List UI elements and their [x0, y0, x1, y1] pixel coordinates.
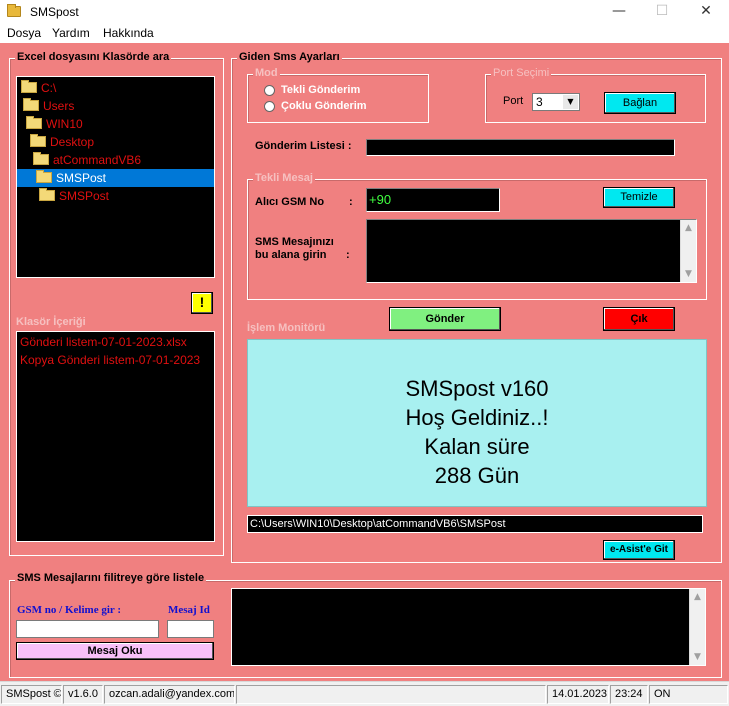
recipient-label: Alıcı GSM No	[255, 196, 325, 208]
status-email: ozcan.adali@yandex.com	[104, 685, 235, 704]
scroll-up-icon[interactable]: ▲	[690, 589, 705, 605]
single-message-title: Tekli Mesaj	[253, 172, 315, 184]
radio-multi-label: Çoklu Gönderim	[281, 100, 367, 112]
tree-item-smspost[interactable]: SMSPost	[39, 187, 109, 205]
monitor-line-3: Kalan süre	[424, 434, 530, 459]
recipient-input[interactable]: +90	[366, 188, 500, 212]
explorer-group-title: Excel dosyasını Klasörde ara	[15, 51, 172, 63]
process-monitor: SMSpost v160 Hoş Geldiniz..! Kalan süre …	[247, 339, 707, 507]
scroll-down-icon[interactable]: ▼	[690, 649, 705, 665]
port-title: Port Seçimi	[491, 67, 552, 79]
file-item[interactable]: Gönderi listem-07-01-2023.xlsx	[20, 333, 187, 351]
tree-item-users[interactable]: Users	[23, 97, 74, 115]
menu-dosya[interactable]: Dosya	[7, 26, 41, 40]
clear-button[interactable]: Temizle	[603, 187, 675, 208]
radio-single-label: Tekli Gönderim	[281, 84, 361, 96]
tree-item-desktop[interactable]: Desktop	[30, 133, 94, 151]
message-output[interactable]: ▲ ▼	[231, 588, 706, 666]
folder-icon	[26, 116, 42, 129]
read-message-button[interactable]: Mesaj Oku	[16, 642, 214, 660]
folder-icon	[30, 134, 46, 147]
port-select[interactable]: 3 ▼	[532, 93, 580, 111]
menu-yardim[interactable]: Yardım	[52, 26, 90, 40]
close-button[interactable]: ✕	[684, 0, 728, 24]
message-label-line1: SMS Mesajınızı	[255, 236, 334, 248]
monitor-title: İşlem Monitörü	[247, 322, 326, 334]
file-list[interactable]: Gönderi listem-07-01-2023.xlsx Kopya Gön…	[16, 331, 215, 542]
radio-single[interactable]	[264, 85, 275, 96]
monitor-line-4: 288 Gün	[434, 463, 520, 488]
mode-title: Mod	[253, 67, 280, 79]
folder-content-label: Klasör İçeriği	[16, 316, 86, 328]
tree-item-smspost-selected[interactable]: SMSPost	[17, 169, 214, 187]
title-bar: SMSpost — ☐ ✕	[0, 0, 729, 24]
port-label: Port	[503, 95, 524, 107]
folder-icon	[33, 152, 49, 165]
connect-button[interactable]: Bağlan	[604, 92, 676, 114]
status-version: v1.6.0	[63, 685, 103, 704]
gsm-filter-input[interactable]	[16, 620, 159, 638]
window-title: SMSpost	[30, 5, 79, 19]
menu-bar: Dosya Yardım Hakkında	[0, 24, 729, 44]
folder-tree[interactable]: C:\ Users WIN10 Desktop atCommandVB6 SMS…	[16, 76, 215, 278]
status-empty	[236, 685, 546, 704]
maximize-button[interactable]: ☐	[640, 0, 684, 24]
status-state: ON	[649, 685, 728, 704]
radio-multi[interactable]	[264, 101, 275, 112]
output-scrollbar[interactable]: ▲ ▼	[689, 589, 705, 665]
filter-title: SMS Mesajlarını filitreye göre listele	[15, 572, 207, 584]
recipient-colon: :	[349, 196, 353, 208]
monitor-line-1: SMSpost v160	[405, 376, 549, 401]
send-list-label: Gönderim Listesi :	[255, 140, 352, 152]
gsm-filter-label: GSM no / Kelime gir :	[17, 604, 121, 616]
mode-group	[247, 74, 429, 123]
tree-item-drive[interactable]: C:\	[21, 79, 56, 97]
menu-hakkinda[interactable]: Hakkında	[103, 26, 154, 40]
app-folder-icon	[7, 4, 21, 17]
main-panel: Excel dosyasını Klasörde ara C:\ Users W…	[0, 43, 729, 681]
scroll-down-icon[interactable]: ▼	[681, 266, 696, 282]
message-colon: :	[346, 249, 350, 261]
message-id-input[interactable]	[167, 620, 214, 638]
status-bar: SMSpost © v1.6.0 ozcan.adali@yandex.com …	[0, 681, 729, 706]
port-select-value: 3	[536, 95, 543, 109]
status-date: 14.01.2023	[547, 685, 609, 704]
send-list-field[interactable]	[366, 139, 675, 156]
status-app: SMSpost ©	[1, 685, 62, 704]
exit-button[interactable]: Çık	[603, 307, 675, 331]
tree-item-atcommandvb6[interactable]: atCommandVB6	[33, 151, 141, 169]
scroll-up-icon[interactable]: ▲	[681, 220, 696, 236]
folder-icon	[21, 80, 37, 93]
send-button[interactable]: Gönder	[389, 307, 501, 331]
warning-button[interactable]: !	[191, 292, 213, 314]
minimize-button[interactable]: —	[597, 0, 641, 24]
message-input[interactable]: ▲ ▼	[366, 219, 697, 283]
path-display: C:\Users\WIN10\Desktop\atCommandVB6\SMSP…	[247, 515, 703, 533]
file-item[interactable]: Kopya Gönderi listem-07-01-2023	[20, 351, 200, 369]
folder-icon	[36, 170, 52, 183]
monitor-line-2: Hoş Geldiniz..!	[405, 405, 549, 430]
tree-item-win10[interactable]: WIN10	[26, 115, 83, 133]
easist-button[interactable]: e-Asist'e Git	[603, 540, 675, 560]
message-id-label: Mesaj Id	[168, 604, 210, 616]
sms-settings-title: Giden Sms Ayarları	[237, 51, 342, 63]
folder-icon	[39, 188, 55, 201]
status-time: 23:24	[610, 685, 648, 704]
chevron-down-icon[interactable]: ▼	[563, 95, 578, 109]
message-scrollbar[interactable]: ▲ ▼	[680, 220, 696, 282]
folder-icon	[23, 98, 39, 111]
message-label-line2: bu alana girin	[255, 249, 327, 261]
